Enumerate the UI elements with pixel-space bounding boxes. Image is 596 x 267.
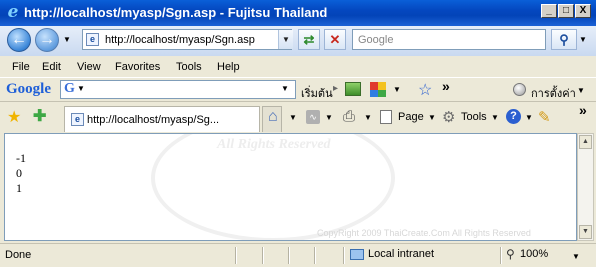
google-g-icon: G bbox=[64, 81, 75, 96]
tab-page-icon: e bbox=[71, 113, 84, 126]
stop-icon: ✕ bbox=[329, 32, 341, 47]
tab-current-page[interactable]: e http://localhost/myasp/Sg... bbox=[64, 106, 260, 132]
tab-bar: ★ ✚ e http://localhost/myasp/Sg... ⌂ ▼ ∿… bbox=[0, 102, 596, 133]
page-output: -1 0 1 bbox=[16, 151, 26, 196]
address-dropdown-icon[interactable]: ▼ bbox=[278, 30, 293, 49]
google-logo: Google bbox=[6, 81, 51, 98]
zoom-level[interactable]: 100% bbox=[520, 248, 548, 260]
zoom-dropdown-icon[interactable]: ▼ bbox=[572, 252, 580, 261]
home-dropdown-icon[interactable]: ▼ bbox=[289, 113, 297, 122]
search-options-dropdown-icon[interactable]: ▼ bbox=[579, 35, 587, 44]
copyright-watermark: CopyRight 2009 ThaiCreate.Com All Rights… bbox=[317, 228, 531, 238]
help-dropdown-icon[interactable]: ▼ bbox=[525, 113, 533, 122]
google-search-dropdown-icon[interactable]: ▼ bbox=[77, 84, 85, 93]
help-icon[interactable]: ? bbox=[506, 109, 521, 124]
zoom-magnifier-icon: ⚲ bbox=[506, 247, 515, 261]
vertical-scrollbar[interactable]: ▲ ▼ bbox=[577, 133, 594, 241]
status-bar: Done Local intranet ⚲ 100% ▼ bbox=[0, 243, 596, 267]
favorites-star-icon[interactable]: ★ bbox=[7, 107, 21, 127]
scroll-up-arrow-icon[interactable]: ▲ bbox=[579, 135, 592, 149]
status-text: Done bbox=[5, 249, 32, 261]
page-icon: e bbox=[86, 33, 99, 46]
address-bar[interactable]: e http://localhost/myasp/Sgn.asp bbox=[82, 29, 292, 50]
back-arrow-icon: ← bbox=[11, 31, 27, 48]
status-divider bbox=[235, 247, 237, 264]
security-zone[interactable]: Local intranet bbox=[368, 248, 434, 260]
command-chevron-icon[interactable]: » bbox=[579, 102, 587, 118]
output-line: 1 bbox=[16, 181, 22, 195]
print-icon[interactable]: ⎙ bbox=[343, 108, 355, 125]
google-settings-button[interactable]: การตั้งค่า bbox=[531, 84, 576, 102]
window-title: http://localhost/myasp/Sgn.asp - Fujitsu… bbox=[24, 5, 328, 20]
menu-edit[interactable]: Edit bbox=[42, 61, 61, 73]
close-button[interactable]: X bbox=[575, 4, 591, 18]
menu-file[interactable]: File bbox=[12, 61, 30, 73]
window-title-bar[interactable]: e http://localhost/myasp/Sgn.asp - Fujit… bbox=[0, 0, 596, 26]
menu-favorites[interactable]: Favorites bbox=[115, 61, 160, 73]
internet-explorer-icon: e bbox=[7, 2, 19, 22]
gear-icon: ⚙ bbox=[442, 109, 456, 126]
scroll-down-arrow-icon[interactable]: ▼ bbox=[579, 225, 592, 239]
forward-arrow-icon: → bbox=[39, 31, 55, 48]
page-menu-icon bbox=[380, 110, 392, 124]
google-history-dropdown-icon[interactable]: ▼ bbox=[281, 84, 289, 93]
page-dropdown-icon[interactable]: ▼ bbox=[428, 113, 436, 122]
google-start-button[interactable]: เริ่มต้น bbox=[301, 84, 333, 102]
arrow-icon: ▸ bbox=[333, 83, 339, 94]
back-button[interactable]: ← bbox=[7, 28, 31, 52]
menu-tools[interactable]: Tools bbox=[176, 61, 202, 73]
stop-button[interactable]: ✕ bbox=[324, 29, 346, 50]
search-input[interactable]: Google bbox=[352, 29, 546, 50]
google-logo-text: Google bbox=[6, 81, 51, 97]
status-divider bbox=[262, 247, 264, 264]
settings-circle-icon bbox=[513, 83, 526, 96]
research-icon[interactable]: ✎ bbox=[538, 108, 551, 126]
menu-bar: File Edit View Favorites Tools Help bbox=[0, 57, 596, 77]
feeds-dropdown-icon[interactable]: ▼ bbox=[325, 113, 333, 122]
output-line: 0 bbox=[16, 166, 22, 180]
page-menu-button[interactable]: Page bbox=[398, 111, 424, 123]
search-button[interactable]: ⚲ bbox=[551, 29, 577, 50]
status-divider bbox=[314, 247, 316, 264]
status-divider bbox=[288, 247, 290, 264]
minimize-button[interactable]: _ bbox=[541, 4, 557, 18]
menu-view[interactable]: View bbox=[77, 61, 101, 73]
maximize-button[interactable]: □ bbox=[558, 4, 574, 18]
page-content: All Rights Reserved -1 0 1 CopyRight 200… bbox=[4, 133, 577, 241]
status-divider bbox=[500, 247, 502, 264]
search-icon: ⚲ bbox=[559, 32, 569, 47]
recent-pages-dropdown-icon[interactable]: ▼ bbox=[63, 35, 71, 44]
apps-dropdown-icon[interactable]: ▼ bbox=[393, 85, 401, 94]
tools-dropdown-icon[interactable]: ▼ bbox=[491, 113, 499, 122]
settings-dropdown-icon[interactable]: ▼ bbox=[577, 86, 585, 95]
google-toolbar: Google G ▼ ▼ เริ่มต้น ▸ ▼ ☆ » การตั้งค่า… bbox=[0, 77, 596, 102]
google-search-input[interactable]: G ▼ ▼ bbox=[60, 80, 296, 99]
menu-help[interactable]: Help bbox=[217, 61, 240, 73]
star-bookmark-icon[interactable]: ☆ bbox=[418, 80, 432, 100]
navigation-bar: ← → ▼ e http://localhost/myasp/Sgn.asp ▼… bbox=[0, 26, 596, 56]
address-url[interactable]: http://localhost/myasp/Sgn.asp bbox=[105, 34, 255, 46]
tools-menu-button[interactable]: Tools bbox=[461, 111, 487, 123]
refresh-icon: ⇄ bbox=[303, 32, 315, 47]
rss-feed-icon[interactable]: ∿ bbox=[306, 110, 320, 124]
refresh-button[interactable]: ⇄ bbox=[298, 29, 320, 50]
local-intranet-icon bbox=[350, 249, 364, 260]
forward-button[interactable]: → bbox=[35, 28, 59, 52]
toolbar-chevron-icon[interactable]: » bbox=[442, 78, 450, 94]
home-icon[interactable]: ⌂ bbox=[268, 108, 278, 126]
seal-text: All Rights Reserved bbox=[217, 137, 331, 152]
print-dropdown-icon[interactable]: ▼ bbox=[364, 113, 372, 122]
tab-label[interactable]: http://localhost/myasp/Sg... bbox=[87, 114, 219, 126]
status-divider bbox=[343, 247, 345, 264]
photo-icon[interactable] bbox=[345, 82, 361, 96]
output-line: -1 bbox=[16, 151, 26, 165]
google-apps-icon[interactable] bbox=[370, 82, 386, 97]
add-to-favorites-icon[interactable]: ✚ bbox=[33, 106, 46, 126]
